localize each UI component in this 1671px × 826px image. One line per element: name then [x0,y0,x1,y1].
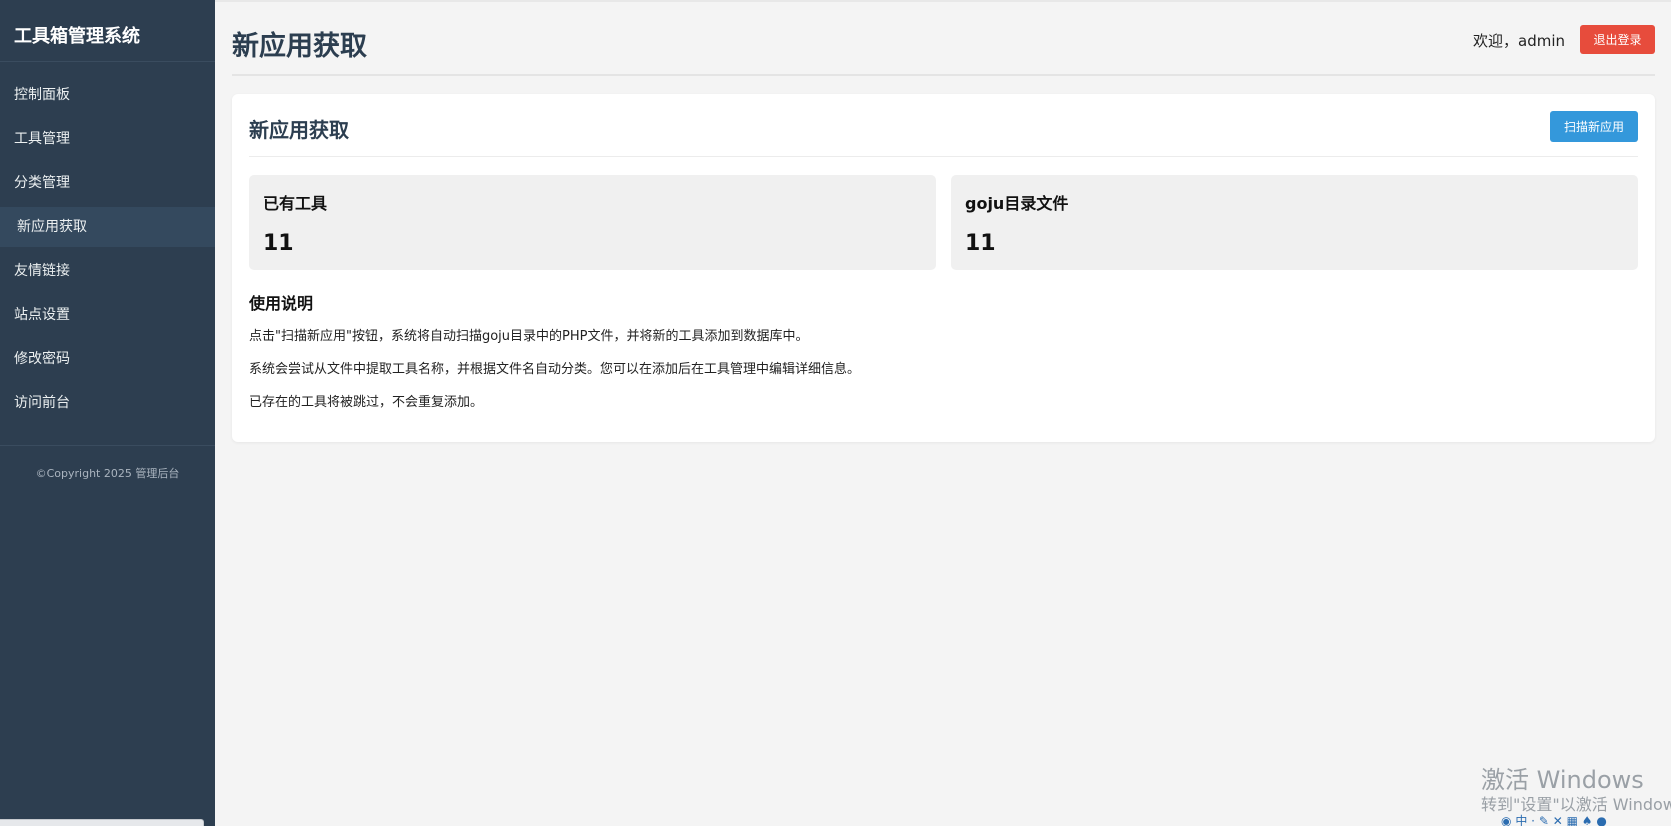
stat-label: goju目录文件 [965,194,1069,213]
sidebar-item-site-settings[interactable]: 站点设置 [0,295,215,335]
stat-value: 11 [965,231,996,256]
card-title: 新应用获取 [249,118,349,142]
stat-goju-files: goju目录文件 11 [951,175,1638,270]
instruction-line: 系统会尝试从文件中提取工具名称，并根据文件名自动分类。您可以在添加后在工具管理中… [249,362,861,377]
card-header: 新应用获取 扫描新应用 [249,94,1638,157]
browser-status-bar [0,819,204,826]
stat-value: 11 [263,231,294,256]
keyboard-icon[interactable]: ▦ [1567,814,1578,826]
instructions-title: 使用说明 [249,294,314,313]
sidebar-item-visit-frontend[interactable]: 访问前台 [0,383,215,423]
stat-existing-tools: 已有工具 11 [249,175,936,270]
copyright: ©Copyright 2025 管理后台 [0,464,215,483]
sidebar-item-tools[interactable]: 工具管理 [0,119,215,159]
punctuation-icon[interactable]: · [1531,814,1535,826]
sidebar-nav: 控制面板 工具管理 分类管理 新应用获取 友情链接 站点设置 修改密码 访问前台 [0,75,215,423]
sidebar-item-categories[interactable]: 分类管理 [0,163,215,203]
sidebar-divider [0,445,215,446]
main-content: 新应用获取 欢迎，admin 退出登录 新应用获取 扫描新应用 已有工具 11 … [215,0,1671,826]
windows-activation-watermark: 激活 Windows 转到"设置"以激活 Windows。 [1481,765,1671,815]
brand-title: 工具箱管理系统 [0,0,215,62]
tools-icon[interactable]: ✕ [1553,814,1563,826]
sidebar-item-change-password[interactable]: 修改密码 [0,339,215,379]
pen-icon[interactable]: ✎ [1539,814,1549,826]
instruction-line: 已存在的工具将被跳过，不会重复添加。 [249,395,484,410]
copyright-text: ©Copyright 2025 管理后台 [35,467,180,480]
ime-mode-icon[interactable]: 中 [1515,814,1527,826]
page-title: 新应用获取 [232,31,367,62]
shirt-icon[interactable]: ♠ [1582,814,1593,826]
sidebar-item-friend-links[interactable]: 友情链接 [0,251,215,291]
instruction-line: 点击"扫描新应用"按钮，系统将自动扫描goju目录中的PHP文件，并将新的工具添… [249,329,809,344]
welcome-text: 欢迎，admin [1473,32,1565,50]
sidebar-item-new-apps[interactable]: 新应用获取 [0,207,215,247]
ime-toolbar[interactable]: ◉ 中 · ✎ ✕ ▦ ♠ ● [1501,812,1671,826]
logout-button[interactable]: 退出登录 [1580,25,1655,54]
sidebar-item-dashboard[interactable]: 控制面板 [0,75,215,115]
scan-new-apps-button[interactable]: 扫描新应用 [1550,111,1638,142]
stat-label: 已有工具 [263,194,328,213]
ime-icon[interactable]: ◉ [1501,814,1511,826]
user-icon[interactable]: ● [1596,814,1606,826]
top-bar: 新应用获取 欢迎，admin 退出登录 [232,2,1655,76]
sidebar: 工具箱管理系统 控制面板 工具管理 分类管理 新应用获取 友情链接 站点设置 修… [0,0,215,826]
new-apps-card: 新应用获取 扫描新应用 已有工具 11 goju目录文件 11 使用说明 点击"… [232,94,1655,442]
watermark-title: 激活 Windows [1481,766,1644,794]
instructions: 使用说明 点击"扫描新应用"按钮，系统将自动扫描goju目录中的PHP文件，并将… [249,290,1638,427]
